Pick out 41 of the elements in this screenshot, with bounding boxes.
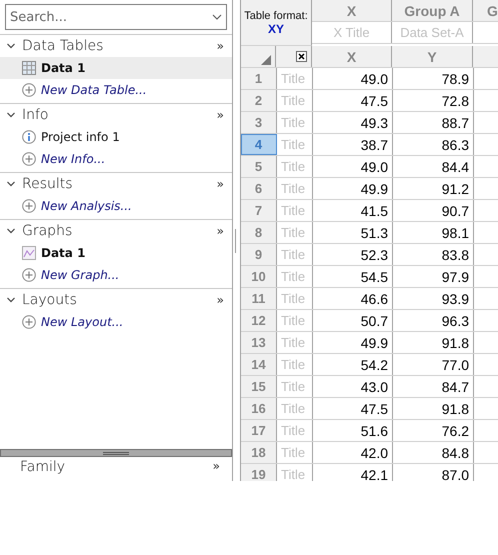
section-title: Data Tables (22, 38, 104, 54)
sidebar-item[interactable]: New Data Table... (0, 79, 232, 101)
sidebar-item[interactable]: New Graph... (0, 264, 232, 286)
more-button[interactable]: » (216, 177, 224, 191)
plus-icon (22, 152, 36, 166)
close-button[interactable] (296, 51, 307, 62)
chevron-icon[interactable] (6, 110, 16, 120)
chevron-icon[interactable] (6, 41, 16, 51)
plus-icon (22, 199, 36, 213)
plus-icon (22, 83, 36, 97)
sidebar-item[interactable]: Data 1 (0, 57, 232, 79)
line-chart-icon (22, 246, 36, 260)
column-subheader: Y (392, 46, 473, 67)
sidebar-item[interactable]: Data 1 (0, 242, 232, 264)
chevron-icon[interactable] (6, 226, 16, 236)
more-button[interactable]: » (216, 108, 224, 122)
corner-icon[interactable] (261, 55, 271, 65)
more-button[interactable]: » (216, 224, 224, 238)
section-title: Graphs (22, 223, 74, 239)
chevron-icon[interactable] (6, 179, 16, 189)
section-title: Family (20, 459, 66, 475)
sidebar-item[interactable]: New Layout... (0, 311, 232, 333)
sidebar-item[interactable]: New Info... (0, 148, 232, 170)
plus-icon (22, 315, 36, 329)
section-title: Layouts (22, 292, 78, 308)
search-field[interactable]: Search... (5, 4, 227, 30)
more-button[interactable]: » (216, 293, 224, 307)
sidebar-item[interactable]: New Analysis... (0, 195, 232, 217)
grid-icon (22, 61, 36, 75)
chevron-icon[interactable] (6, 295, 16, 305)
column-subheader: X (312, 46, 392, 67)
format-value[interactable]: XY (268, 22, 284, 36)
section-title: Info (22, 107, 50, 123)
format-label: Table format: (244, 10, 308, 22)
more-button[interactable]: » (212, 459, 220, 473)
plus-icon (22, 268, 36, 282)
more-button[interactable]: » (216, 39, 224, 53)
section-title: Results (22, 176, 74, 192)
dropdown-icon[interactable] (212, 13, 222, 21)
sidebar-item[interactable]: Project info 1 (0, 126, 232, 148)
info-icon (22, 130, 36, 144)
